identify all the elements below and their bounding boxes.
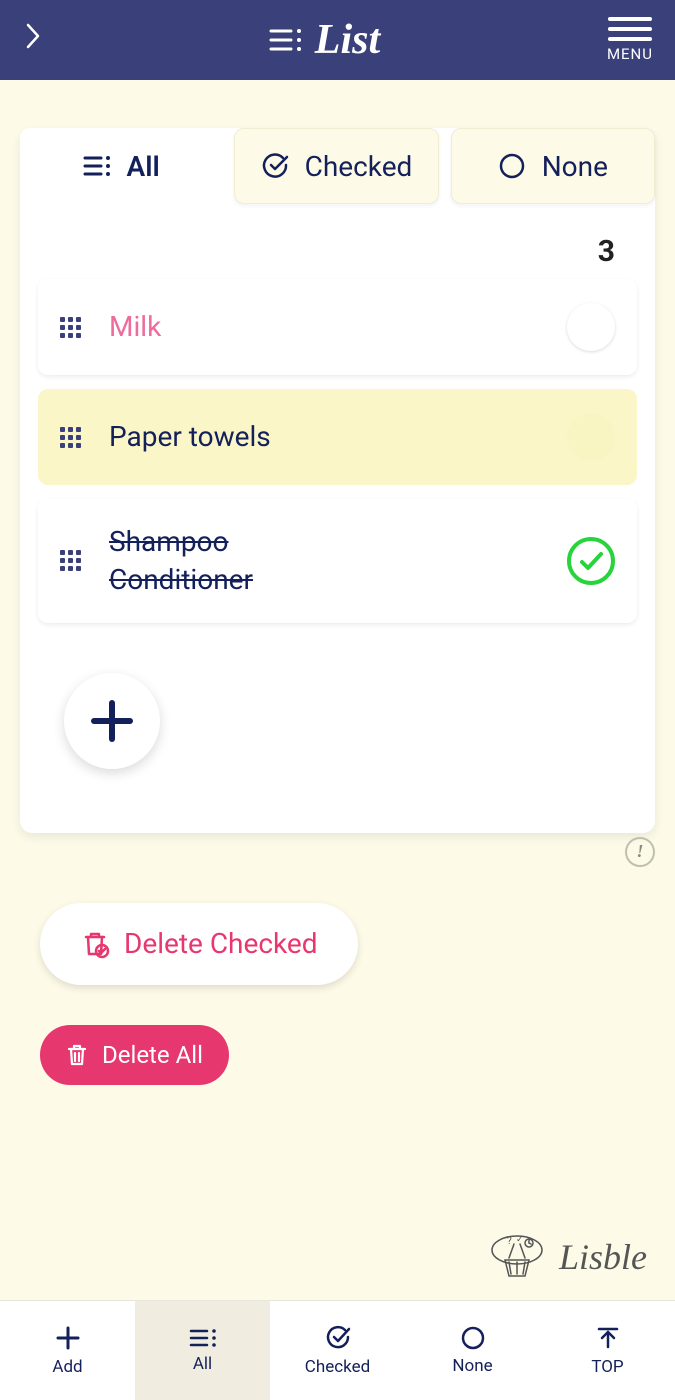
drag-handle-icon[interactable] — [60, 550, 81, 571]
brand-name: Lisble — [559, 1236, 647, 1278]
tab-all[interactable]: All — [20, 128, 222, 204]
menu-label: MENU — [607, 45, 653, 63]
check-circle-icon — [325, 1325, 351, 1351]
svg-text:✓: ✓ — [516, 1235, 524, 1245]
item-count: 3 — [20, 204, 655, 279]
action-buttons: Delete Checked Delete All — [20, 833, 655, 1085]
delete-checked-button[interactable]: Delete Checked — [40, 903, 358, 985]
filter-tabs: All Checked None — [20, 128, 655, 204]
tab-none[interactable]: None — [451, 128, 655, 204]
plus-icon — [55, 1325, 81, 1351]
delete-all-button[interactable]: Delete All — [40, 1025, 229, 1085]
nav-top-label: TOP — [591, 1357, 623, 1377]
arrow-top-icon — [595, 1325, 621, 1351]
page-body: All Checked None 3 Mi — [0, 80, 675, 1085]
check-circle-icon — [261, 152, 289, 180]
item-text: Milk — [109, 308, 539, 346]
trash-icon — [66, 1043, 88, 1067]
add-item-button[interactable] — [64, 673, 160, 769]
chevron-right-icon — [22, 21, 42, 51]
list-icon — [269, 27, 303, 53]
nav-none-label: None — [452, 1356, 492, 1376]
nav-add[interactable]: Add — [0, 1301, 135, 1400]
brand-mark: ? ✓ Lisble — [489, 1232, 647, 1282]
back-button[interactable] — [22, 20, 42, 60]
list-item[interactable]: Milk — [38, 279, 637, 375]
delete-all-label: Delete All — [102, 1041, 203, 1069]
tab-checked-label: Checked — [305, 150, 413, 183]
checkmark-icon — [576, 546, 606, 576]
list-item[interactable]: Paper towels — [38, 389, 637, 485]
hamburger-icon — [608, 17, 652, 41]
list-card: All Checked None 3 Mi — [20, 128, 655, 833]
nav-none[interactable]: None — [405, 1301, 540, 1400]
circle-icon — [498, 152, 526, 180]
delete-checked-label: Delete Checked — [124, 927, 318, 960]
drag-handle-icon[interactable] — [60, 427, 81, 448]
tab-all-label: All — [127, 150, 160, 183]
bottom-nav: Add All Checked None TOP — [0, 1300, 675, 1400]
item-text: Shampoo Conditioner — [109, 523, 539, 599]
plus-icon — [88, 697, 136, 745]
top-bar: List MENU — [0, 0, 675, 80]
circle-icon — [461, 1326, 485, 1350]
nav-add-label: Add — [52, 1357, 82, 1377]
item-text: Paper towels — [109, 418, 539, 456]
check-toggle[interactable] — [567, 537, 615, 585]
tab-checked[interactable]: Checked — [234, 128, 438, 204]
svg-text:?: ? — [507, 1236, 512, 1247]
title-wrap: List — [269, 16, 380, 64]
list-item[interactable]: Shampoo Conditioner — [38, 499, 637, 623]
item-list: Milk Paper towels Shampoo Conditioner — [20, 279, 655, 623]
nav-all[interactable]: All — [135, 1301, 270, 1400]
basket-icon: ? ✓ — [489, 1232, 545, 1282]
info-icon[interactable]: ! — [625, 837, 655, 867]
menu-button[interactable]: MENU — [607, 17, 653, 63]
trash-check-icon — [80, 929, 110, 959]
nav-all-label: All — [193, 1354, 212, 1374]
nav-checked[interactable]: Checked — [270, 1301, 405, 1400]
check-toggle[interactable] — [567, 413, 615, 461]
list-icon — [83, 152, 111, 180]
tab-none-label: None — [542, 150, 608, 183]
nav-checked-label: Checked — [305, 1357, 370, 1377]
drag-handle-icon[interactable] — [60, 317, 81, 338]
page-title: List — [315, 16, 380, 64]
check-toggle[interactable] — [567, 303, 615, 351]
list-icon — [189, 1328, 217, 1348]
nav-top[interactable]: TOP — [540, 1301, 675, 1400]
